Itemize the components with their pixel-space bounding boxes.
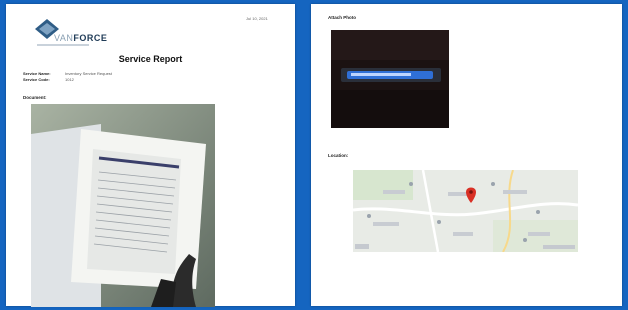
brand-right: FORCE <box>73 33 108 43</box>
attached-photo <box>331 30 449 128</box>
brand-left: VAN <box>54 33 74 43</box>
document-section-label: Document: <box>23 95 47 100</box>
meta-key: Service Code: <box>23 77 50 82</box>
photo-section-label: Attach Photo <box>328 15 356 20</box>
meta-value: 1012 <box>65 77 74 82</box>
document-photo <box>31 104 215 307</box>
location-map <box>353 170 578 252</box>
report-page-2: Attach Photo Location: <box>311 4 622 306</box>
report-title: Service Report <box>118 54 183 64</box>
report-date: Jul 10, 2021 <box>246 16 268 21</box>
report-meta: Service Name: Inventory Service Request … <box>23 71 112 83</box>
brand-tagline-line <box>37 44 89 46</box>
meta-row: Service Code: 1012 <box>23 77 112 83</box>
location-section-label: Location: <box>328 153 349 158</box>
brand-logo: VANFORCE <box>54 33 107 43</box>
report-page-1: VANFORCE Jul 10, 2021 Service Report Ser… <box>6 4 295 307</box>
